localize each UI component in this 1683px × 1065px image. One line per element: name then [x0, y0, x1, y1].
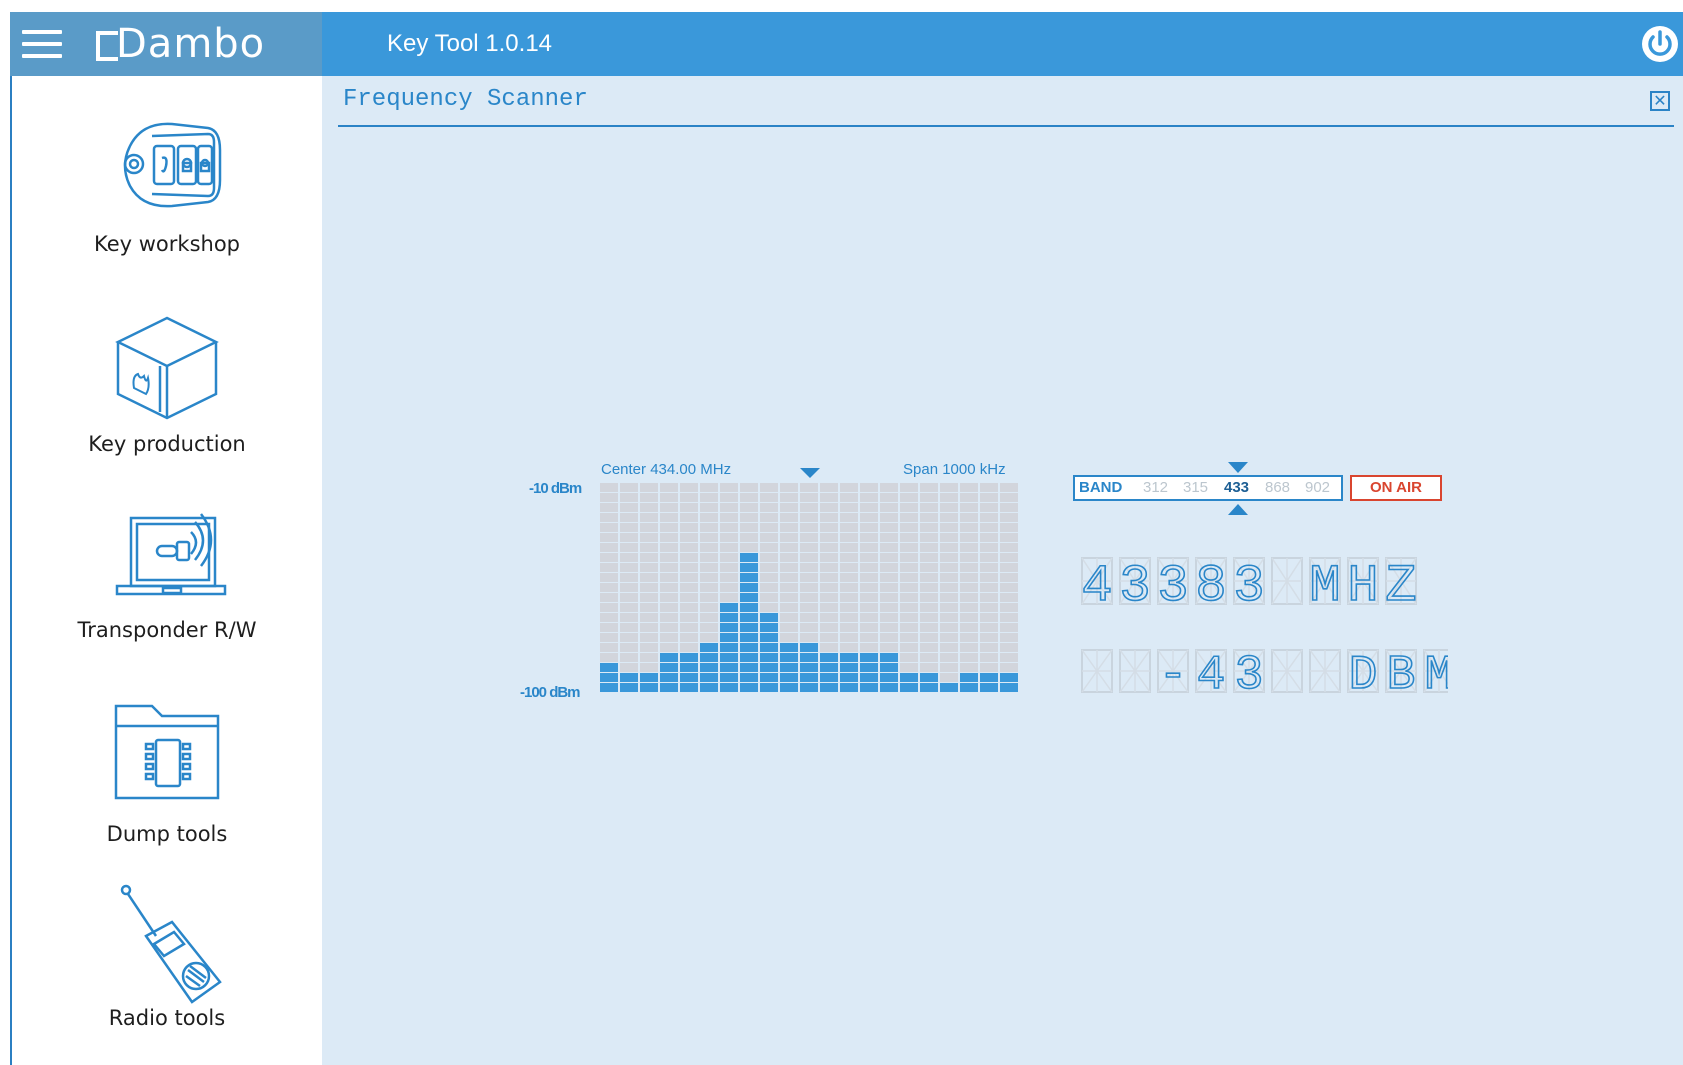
power-readout-char: M	[1423, 648, 1448, 698]
power-readout-char	[1081, 649, 1113, 693]
box-icon	[115, 316, 219, 420]
frequency-readout-char: 8	[1195, 556, 1228, 610]
spectrum-bar	[640, 483, 658, 692]
close-icon[interactable]: ✕	[1650, 91, 1670, 111]
walkie-talkie-icon	[120, 884, 222, 1004]
spectrum-bar	[620, 483, 638, 692]
svg-text:4: 4	[1081, 557, 1112, 610]
frequency-readout-char: 3	[1157, 556, 1190, 610]
svg-text:D: D	[1349, 649, 1378, 698]
laptop-transponder-icon	[115, 513, 227, 596]
svg-text:4: 4	[1197, 649, 1226, 698]
band-marker-top-icon	[1228, 462, 1248, 473]
spectrum-bar	[680, 483, 698, 692]
band-option-433[interactable]: 433	[1224, 477, 1249, 499]
frequency-readout-char: 3	[1233, 556, 1266, 610]
center-frequency-label: Center 434.00 MHz	[601, 461, 732, 478]
sidebar-item-label: Transponder R/W	[77, 618, 257, 642]
sidebar-item-key-production[interactable]: Key production	[12, 316, 322, 456]
svg-text:-: -	[1159, 649, 1188, 698]
frequency-readout-char	[1271, 557, 1303, 605]
band-option-902[interactable]: 902	[1305, 477, 1330, 499]
svg-text:3: 3	[1157, 557, 1188, 610]
spectrum-bar	[900, 483, 918, 692]
spectrum-bar	[860, 483, 878, 692]
power-readout-char	[1119, 649, 1151, 693]
hamburger-icon[interactable]	[22, 30, 62, 60]
sidebar-item-radio-tools[interactable]: Radio tools	[12, 882, 322, 1030]
spectrum-bar	[780, 483, 798, 692]
frequency-readout-char: 3	[1119, 556, 1152, 610]
sidebar-item-label: Dump tools	[106, 822, 228, 846]
sidebar: Key workshop Key production Transponder …	[12, 76, 322, 1065]
power-readout-char: 4	[1195, 648, 1227, 698]
band-marker-bottom-icon	[1228, 504, 1248, 515]
folder-chip-icon	[114, 704, 220, 800]
band-option-315[interactable]: 315	[1183, 477, 1208, 499]
frequency-readout-char: H	[1347, 556, 1380, 610]
bottom-dbm-label: -100 dBm	[520, 684, 581, 701]
top-dbm-label: -10 dBm	[529, 480, 582, 497]
frequency-readout-char: Z	[1385, 556, 1418, 610]
dambo-logo: Dambo	[96, 20, 265, 68]
spectrum-bar	[920, 483, 938, 692]
spectrum-bar	[1000, 483, 1018, 692]
spectrum-bar	[800, 483, 818, 692]
panel-divider	[338, 125, 1674, 127]
svg-text:8: 8	[1195, 557, 1226, 610]
band-label: BAND	[1079, 479, 1123, 496]
power-readout-char: 3	[1233, 648, 1265, 698]
frequency-readout: 43383MHZ	[1081, 556, 1418, 610]
frequency-readout-char: 4	[1081, 556, 1114, 610]
spectrum-bar	[760, 483, 778, 692]
band-option-312[interactable]: 312	[1143, 477, 1168, 499]
spectrum-graph	[600, 483, 1018, 692]
svg-text:M: M	[1425, 649, 1448, 698]
spectrum-bar	[980, 483, 998, 692]
spectrum-bar	[660, 483, 678, 692]
on-air-badge: ON AIR	[1350, 475, 1442, 501]
spectrum-bar	[820, 483, 838, 692]
spectrum-bar	[700, 483, 718, 692]
spectrum-bar	[720, 483, 738, 692]
svg-text:M: M	[1309, 557, 1340, 610]
svg-text:3: 3	[1233, 557, 1264, 610]
svg-text:B: B	[1387, 649, 1416, 698]
svg-text:3: 3	[1119, 557, 1150, 610]
svg-text:H: H	[1347, 557, 1378, 610]
frequency-readout-char: M	[1309, 556, 1342, 610]
car-key-icon	[123, 122, 222, 208]
svg-text:Z: Z	[1385, 557, 1416, 610]
band-selector[interactable]: BAND 312 315 433 868 902	[1073, 475, 1343, 501]
spectrum-bar	[740, 483, 758, 692]
power-readout-char	[1271, 649, 1303, 693]
sidebar-item-key-workshop[interactable]: Key workshop	[12, 116, 322, 256]
spectrum-bar	[960, 483, 978, 692]
sidebar-item-label: Key production	[88, 432, 246, 456]
power-readout-char	[1309, 649, 1341, 693]
band-option-868[interactable]: 868	[1265, 477, 1290, 499]
spectrum-bar	[880, 483, 898, 692]
spectrum-bar	[840, 483, 858, 692]
sidebar-item-dump-tools[interactable]: Dump tools	[12, 702, 322, 846]
spectrum-bar	[600, 483, 618, 692]
power-icon[interactable]	[1640, 24, 1680, 64]
power-readout-char: -	[1157, 648, 1189, 698]
app-title: Key Tool 1.0.14	[387, 30, 553, 57]
span-label: Span 1000 kHz	[903, 461, 1006, 478]
panel-title: Frequency Scanner	[343, 86, 588, 113]
center-marker-icon	[800, 468, 820, 478]
sidebar-item-transponder[interactable]: Transponder R/W	[12, 504, 322, 642]
power-readout: -43 DBM	[1081, 648, 1448, 698]
sidebar-item-label: Key workshop	[94, 232, 240, 256]
sidebar-item-label: Radio tools	[108, 1006, 226, 1030]
power-readout-char: B	[1385, 648, 1417, 698]
power-readout-char: D	[1347, 648, 1379, 698]
spectrum-bar	[940, 483, 958, 692]
svg-text:3: 3	[1235, 649, 1264, 698]
